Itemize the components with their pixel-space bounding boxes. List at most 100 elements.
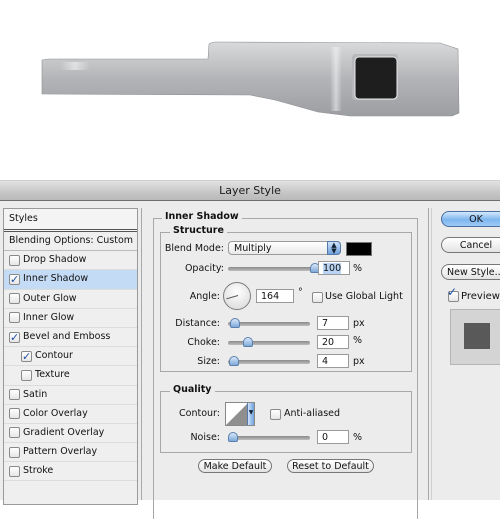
style-item-outer-glow[interactable]: Outer Glow bbox=[4, 290, 137, 309]
shadow-color-swatch[interactable] bbox=[346, 242, 372, 256]
contour-picker[interactable]: ▼ bbox=[225, 402, 255, 426]
contour-curve-icon bbox=[226, 403, 248, 425]
cancel-button[interactable]: Cancel bbox=[441, 237, 500, 253]
style-checkbox[interactable] bbox=[9, 271, 20, 289]
angle-dial[interactable] bbox=[223, 282, 251, 310]
quality-title: Quality bbox=[170, 384, 215, 395]
anti-aliased-label: Anti-aliased bbox=[284, 408, 341, 419]
size-input[interactable]: 4 bbox=[317, 354, 349, 368]
style-item-drop-shadow[interactable]: Drop Shadow bbox=[4, 251, 137, 271]
distance-label: Distance: bbox=[175, 318, 220, 329]
angle-input[interactable]: 164 bbox=[256, 289, 294, 303]
style-checkbox[interactable] bbox=[21, 348, 32, 366]
panel-divider-right-inner bbox=[431, 208, 432, 500]
dialog-title: Layer Style bbox=[219, 184, 281, 197]
noise-input[interactable]: 0 bbox=[317, 430, 349, 444]
new-style-button[interactable]: New Style... bbox=[441, 264, 500, 280]
structure-title: Structure bbox=[170, 225, 227, 236]
choke-slider-handle[interactable] bbox=[242, 337, 253, 347]
style-checkbox[interactable] bbox=[9, 293, 20, 305]
anti-aliased-checkbox[interactable] bbox=[270, 409, 281, 420]
size-slider[interactable] bbox=[228, 360, 310, 364]
angle-dial-hand bbox=[226, 295, 239, 300]
style-item-label: Texture bbox=[35, 369, 70, 381]
style-item-stroke[interactable]: Stroke bbox=[4, 462, 137, 482]
style-checkbox[interactable] bbox=[9, 312, 20, 324]
checkmark-icon: ✓ bbox=[447, 285, 458, 299]
style-checkbox[interactable] bbox=[9, 446, 20, 458]
style-item-label: Inner Shadow bbox=[23, 273, 89, 285]
style-item-bevel-and-emboss[interactable]: Bevel and Emboss bbox=[4, 328, 137, 348]
panel-divider-right bbox=[428, 208, 429, 500]
style-item-color-overlay[interactable]: Color Overlay bbox=[4, 405, 137, 424]
distance-input[interactable]: 7 bbox=[317, 316, 349, 330]
style-item-label: Satin bbox=[23, 388, 48, 400]
preview-label: Preview bbox=[461, 291, 500, 302]
style-item-label: Bevel and Emboss bbox=[23, 331, 111, 343]
choke-slider[interactable] bbox=[228, 341, 310, 345]
opacity-slider[interactable] bbox=[228, 267, 314, 271]
style-item-label: Outer Glow bbox=[23, 292, 77, 304]
distance-slider-handle[interactable] bbox=[230, 318, 241, 328]
style-checkbox[interactable] bbox=[9, 427, 20, 439]
preview-swatch bbox=[464, 323, 490, 349]
noise-slider[interactable] bbox=[228, 436, 310, 440]
preview-thumbnail bbox=[450, 309, 500, 365]
blend-mode-label: Blend Mode: bbox=[164, 243, 224, 254]
ok-button[interactable]: OK bbox=[441, 211, 500, 227]
style-checkbox[interactable] bbox=[9, 254, 20, 266]
opacity-input[interactable]: 100 bbox=[318, 261, 350, 275]
style-checkbox[interactable] bbox=[21, 369, 32, 381]
style-item-label: Color Overlay bbox=[23, 407, 88, 419]
style-checkbox[interactable] bbox=[9, 408, 20, 420]
style-item-inner-glow[interactable]: Inner Glow bbox=[4, 309, 137, 328]
dialog-titlebar: Layer Style bbox=[0, 180, 500, 201]
style-item-pattern-overlay[interactable]: Pattern Overlay bbox=[4, 443, 137, 463]
style-item-blending-options-custom[interactable]: Blending Options: Custom bbox=[4, 232, 137, 252]
choke-input[interactable]: 20 bbox=[317, 335, 349, 349]
style-checkbox[interactable] bbox=[9, 389, 20, 401]
angle-label: Angle: bbox=[189, 291, 220, 302]
make-default-button[interactable]: Make Default bbox=[198, 459, 272, 473]
style-item-label: Gradient Overlay bbox=[23, 426, 105, 438]
use-global-light-label: Use Global Light bbox=[325, 291, 403, 302]
reset-to-default-button[interactable]: Reset to Default bbox=[287, 459, 374, 473]
noise-label: Noise: bbox=[190, 432, 220, 443]
distance-slider[interactable] bbox=[228, 322, 310, 326]
style-item-label: Blending Options: Custom bbox=[9, 235, 134, 247]
layer-style-dialog: Layer Style Styles Blending Options: Cus… bbox=[0, 180, 500, 519]
quality-group bbox=[160, 391, 412, 453]
distance-unit: px bbox=[353, 318, 365, 329]
style-item-texture[interactable]: Texture bbox=[4, 366, 137, 386]
style-item-label: Inner Glow bbox=[23, 311, 75, 323]
size-label: Size: bbox=[197, 356, 220, 367]
style-item-label: Stroke bbox=[23, 465, 54, 477]
size-unit: px bbox=[353, 356, 365, 367]
noise-slider-handle[interactable] bbox=[228, 432, 238, 442]
opacity-value: 100 bbox=[323, 263, 342, 274]
blend-mode-value: Multiply bbox=[234, 243, 272, 254]
inner-shadow-title: Inner Shadow bbox=[162, 211, 242, 222]
size-slider-handle[interactable] bbox=[229, 356, 240, 366]
use-global-light-checkbox[interactable] bbox=[312, 292, 323, 303]
metal-handle-graphic bbox=[41, 41, 460, 117]
panel-divider bbox=[141, 208, 142, 500]
style-item-contour[interactable]: Contour bbox=[4, 347, 137, 367]
style-checkbox[interactable] bbox=[9, 329, 20, 347]
canvas-artwork bbox=[0, 0, 500, 180]
choke-label: Choke: bbox=[187, 337, 220, 348]
style-item-inner-shadow[interactable]: Inner Shadow bbox=[4, 270, 137, 290]
style-item-satin[interactable]: Satin bbox=[4, 386, 137, 405]
style-item-label: Drop Shadow bbox=[23, 254, 87, 266]
highlight-band bbox=[330, 47, 342, 111]
styles-header[interactable]: Styles bbox=[4, 209, 137, 232]
noise-unit: % bbox=[353, 432, 363, 443]
opacity-unit: % bbox=[353, 263, 363, 274]
styles-list: Styles Blending Options: Custom Drop Shad… bbox=[3, 208, 138, 505]
style-item-gradient-overlay[interactable]: Gradient Overlay bbox=[4, 424, 137, 444]
style-item-label: Pattern Overlay bbox=[23, 446, 98, 458]
blend-mode-select[interactable]: Multiply ▲ ▼ bbox=[228, 241, 341, 255]
highlight-band bbox=[60, 62, 90, 70]
choke-unit: % bbox=[353, 335, 363, 346]
style-checkbox[interactable] bbox=[9, 465, 20, 477]
